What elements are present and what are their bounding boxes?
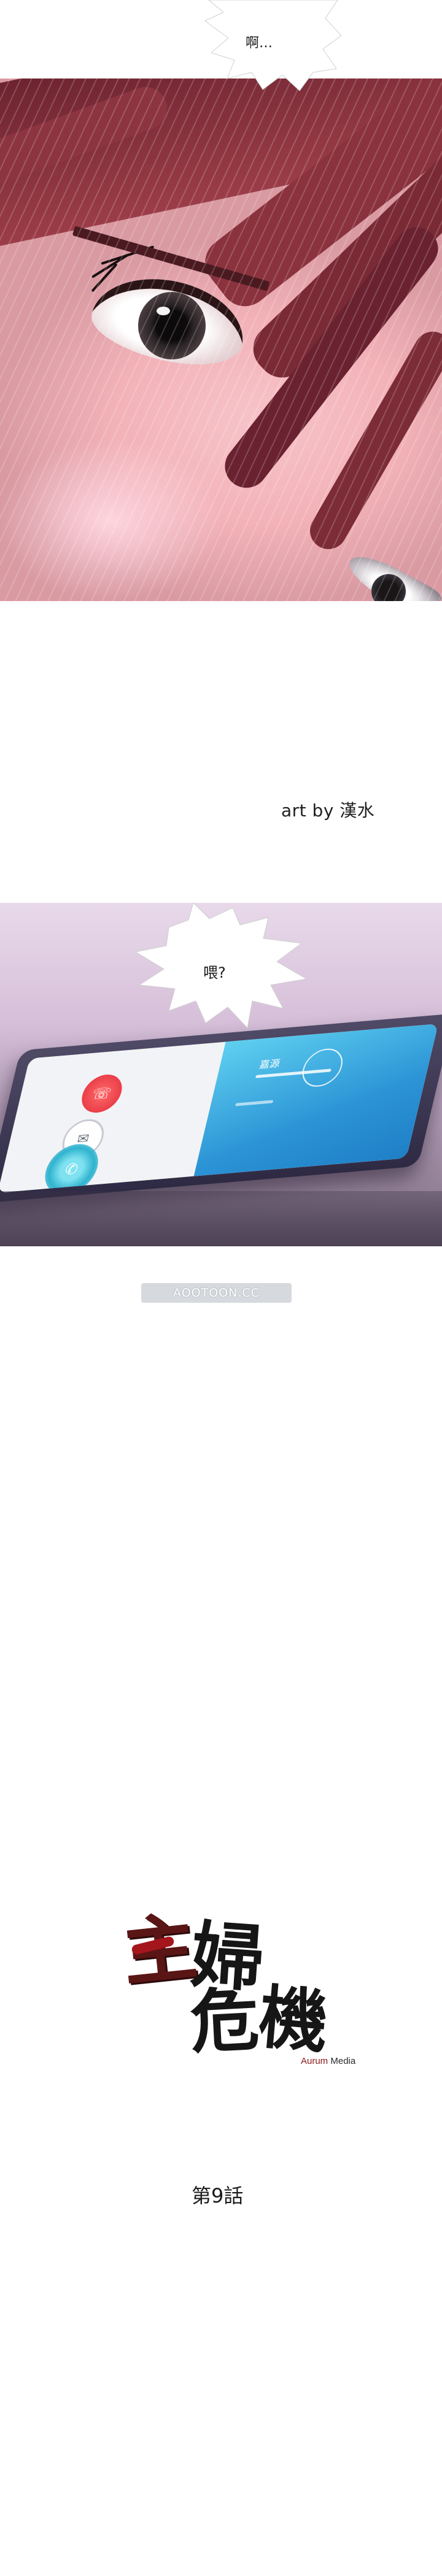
- decline-call-button[interactable]: ☏: [77, 1073, 126, 1114]
- episode-label: 第9話: [192, 2184, 244, 2207]
- caller-card: 嘉源: [193, 1024, 438, 1176]
- phone-panel: 嘉源 ☏ ✉ ✆ 喂?: [0, 903, 442, 1246]
- title-char: 機: [255, 1977, 332, 2063]
- speech-bubble: 啊…: [196, 0, 344, 92]
- caller-avatar-icon: [298, 1047, 347, 1089]
- table-surface: [0, 1191, 442, 1246]
- publisher-name-part: Media: [328, 2056, 356, 2066]
- site-watermark: AOOTOON.CC: [141, 1283, 292, 1303]
- speech-bubble-text: 啊…: [246, 36, 273, 51]
- series-title-logo: 主 婦 危 機 Aurum Media: [118, 1903, 355, 2067]
- artist-credit: art by 漢水: [281, 800, 375, 821]
- caller-status-line: [235, 1100, 274, 1106]
- speed-lines: [0, 79, 442, 601]
- speech-bubble: 喂?: [132, 903, 310, 1032]
- phone-decline-icon: ☏: [90, 1084, 114, 1103]
- eye-closeup-panel: [0, 79, 442, 601]
- speech-bubble-text: 喂?: [203, 964, 226, 981]
- publisher-name-part: Aurum: [301, 2056, 328, 2066]
- publisher-label: Aurum Media: [301, 2056, 355, 2066]
- title-char: 危: [188, 1979, 262, 2063]
- caller-name: 嘉源: [258, 1057, 282, 1071]
- title-char: 主: [118, 1903, 201, 1997]
